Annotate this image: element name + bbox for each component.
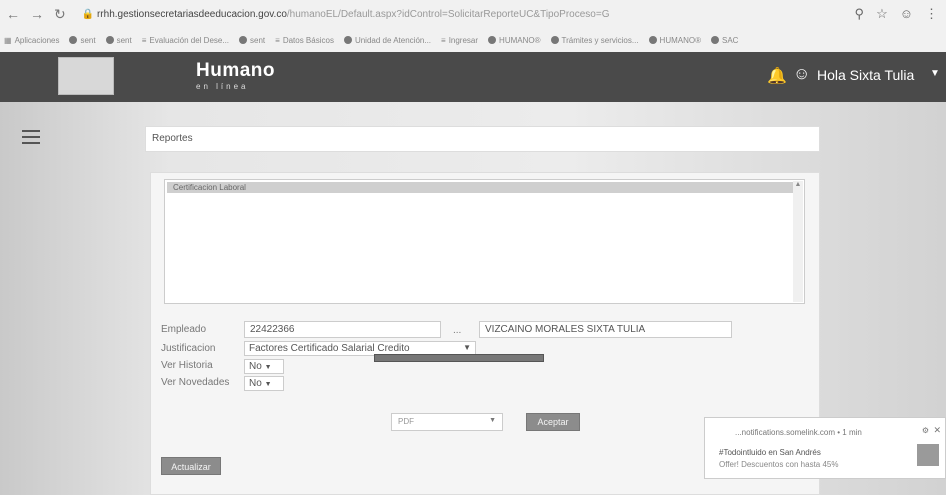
bookmark-page-icon: ≡ <box>441 35 446 45</box>
chevron-down-icon[interactable]: ▼ <box>930 68 940 79</box>
chevron-down-icon: ▼ <box>264 364 272 371</box>
scrollbar[interactable]: ▲ <box>793 181 803 302</box>
ver-historia-select[interactable]: No ▼ <box>244 359 284 374</box>
user-greeting[interactable]: Hola Sixta Tulia <box>817 67 914 83</box>
bookmark-item[interactable]: ≡ Evaluación del Dese... <box>142 36 229 45</box>
bookmark-item[interactable]: HUMANO® <box>488 36 541 45</box>
star-icon[interactable]: ☆ <box>876 6 888 22</box>
bookmark-globe-icon <box>550 36 559 44</box>
ver-novedades-select[interactable]: No ▼ <box>244 376 284 391</box>
bookmark-item[interactable]: Unidad de Atención... <box>343 36 431 45</box>
chevron-down-icon: ▼ <box>264 381 272 388</box>
browser-chrome: ← → ↻ 🔒 rrhh.gestionsecretariasdeeducaci… <box>0 0 946 52</box>
bookmarks-bar: ▦ Aplicaciones sent sent ≡ Evaluación del … <box>0 28 946 52</box>
user-icon[interactable]: ☺ <box>793 64 810 84</box>
bookmark-item[interactable]: Trámites y servicios... <box>550 36 639 45</box>
tooltip-overlay <box>374 354 544 362</box>
format-select[interactable]: PDF ▼ <box>391 413 503 431</box>
bookmark-item[interactable]: sent <box>69 36 96 45</box>
empleado-id-field[interactable]: 22422366 <box>244 321 441 338</box>
forward-arrow-icon[interactable]: → <box>30 6 44 23</box>
back-arrow-icon[interactable]: ← <box>6 6 20 23</box>
bookmark-item[interactable]: ≡ Datos Básicos <box>275 36 334 45</box>
bookmark-item[interactable]: ▦ Aplicaciones <box>4 36 59 45</box>
report-list[interactable]: Certificacion Laboral ▲ <box>164 179 805 304</box>
ver-novedades-label: Ver Novedades <box>161 377 230 388</box>
bookmark-page-icon: ≡ <box>141 35 147 45</box>
lock-icon: 🔒 <box>81 8 95 20</box>
bookmark-globe-icon <box>69 36 78 44</box>
bookmark-globe-icon <box>239 36 248 44</box>
menu-dots-icon[interactable]: ⋮ <box>925 6 938 22</box>
bookmark-page-icon: ≡ <box>275 35 280 45</box>
chevron-down-icon: ▼ <box>463 343 471 352</box>
justificacion-value: Factores Certificado Salarial Credito <box>249 343 410 354</box>
bookmark-globe-icon <box>648 36 657 44</box>
notification-toast[interactable]: ...notifications.somelink.com • 1 min ⚙ … <box>704 417 946 479</box>
notification-source: ...notifications.somelink.com • 1 min <box>735 428 862 437</box>
close-icon[interactable]: ✕ <box>933 425 941 436</box>
apps-grid-icon: ▦ <box>4 35 12 45</box>
brand-title: Humano <box>196 60 275 81</box>
hamburger-menu-icon[interactable] <box>22 130 40 148</box>
gear-icon[interactable]: ⚙ <box>922 426 929 435</box>
app-header: Humano en línea 🔔 ☺ Hola Sixta Tulia ▼ <box>0 52 946 102</box>
url-field[interactable]: 🔒 rrhh.gestionsecretariasdeeducacion.gov… <box>82 9 610 20</box>
address-bar: ← → ↻ 🔒 rrhh.gestionsecretariasdeeducaci… <box>0 0 946 28</box>
bell-icon[interactable]: 🔔 <box>767 66 787 86</box>
brand-subtitle: en línea <box>196 82 249 91</box>
bookmark-item[interactable]: sent <box>239 36 265 45</box>
ver-historia-label: Ver Historia <box>161 360 213 371</box>
notification-body: Offer! Descuentos con hasta 45% <box>719 460 839 469</box>
bookmark-item[interactable]: ≡ Ingresar <box>441 36 478 45</box>
bookmark-item[interactable]: SAC <box>711 36 738 45</box>
bookmark-item[interactable]: sent <box>105 36 132 45</box>
chevron-down-icon: ▼ <box>489 417 496 424</box>
bookmark-item[interactable]: HUMANO® <box>648 36 701 45</box>
zoom-icon[interactable]: ⚲ <box>855 6 865 22</box>
page-title: Reportes <box>145 126 820 152</box>
empleado-label: Empleado <box>161 324 207 335</box>
notification-title: #Todointluido en San Andrés <box>719 448 821 457</box>
profile-icon[interactable]: ☺ <box>900 6 913 22</box>
lookup-button[interactable]: ... <box>453 325 461 336</box>
justificacion-label: Justificacion <box>161 343 216 354</box>
bookmark-globe-icon <box>343 36 352 44</box>
bookmark-globe-icon <box>105 36 114 44</box>
ministry-logo <box>58 57 114 95</box>
bookmark-globe-icon <box>488 36 497 44</box>
bookmark-globe-icon <box>711 36 719 44</box>
notification-thumbnail <box>917 444 939 466</box>
aceptar-button[interactable]: Aceptar <box>526 413 580 431</box>
list-item[interactable]: Certificacion Laboral <box>167 182 802 193</box>
reload-icon[interactable]: ↻ <box>54 6 66 23</box>
empleado-name-field: VIZCAINO MORALES SIXTA TULIA <box>479 321 732 338</box>
url-path: /humanoEL/Default.aspx?idControl=Solicit… <box>286 8 610 20</box>
url-host: rrhh.gestionsecretariasdeeducacion.gov.c… <box>96 8 287 20</box>
actualizar-button[interactable]: Actualizar <box>161 457 221 475</box>
